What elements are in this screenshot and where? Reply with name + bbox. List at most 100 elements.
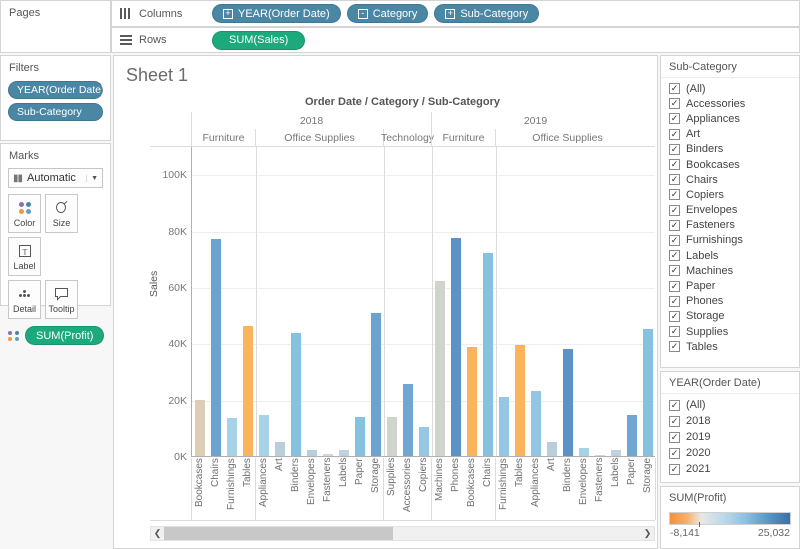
checkbox-checked-icon[interactable]: ✓ bbox=[669, 464, 680, 475]
category-header-cell[interactable]: Furniture bbox=[431, 129, 495, 146]
year-header-cell[interactable]: 2018 bbox=[191, 112, 431, 129]
checkbox-checked-icon[interactable]: ✓ bbox=[669, 220, 680, 231]
checkbox-checked-icon[interactable]: ✓ bbox=[669, 205, 680, 216]
bar-mark[interactable] bbox=[227, 418, 237, 456]
scroll-thumb[interactable] bbox=[164, 527, 393, 540]
bar-mark[interactable] bbox=[355, 417, 365, 456]
legend-item[interactable]: ✓2020 bbox=[669, 445, 791, 461]
marks-label-button[interactable]: T Label bbox=[8, 237, 41, 276]
legend-item[interactable]: ✓Labels bbox=[669, 248, 791, 263]
marks-color-button[interactable]: Color bbox=[8, 194, 41, 233]
bar-mark[interactable] bbox=[195, 400, 205, 456]
marks-size-button[interactable]: Size bbox=[45, 194, 78, 233]
bar-mark[interactable] bbox=[611, 450, 621, 456]
legend-item[interactable]: ✓Tables bbox=[669, 339, 791, 354]
bar-mark[interactable] bbox=[451, 238, 461, 456]
checkbox-checked-icon[interactable]: ✓ bbox=[669, 311, 680, 322]
legend-item[interactable]: ✓Copiers bbox=[669, 187, 791, 202]
bar-mark[interactable] bbox=[515, 345, 525, 456]
chevron-down-icon[interactable]: ▼ bbox=[86, 175, 98, 182]
legend-item[interactable]: ✓Furnishings bbox=[669, 233, 791, 248]
bar-mark[interactable] bbox=[275, 442, 285, 456]
checkbox-checked-icon[interactable]: ✓ bbox=[669, 432, 680, 443]
bar-mark[interactable] bbox=[339, 450, 349, 456]
bar-mark[interactable] bbox=[563, 349, 573, 456]
legend-item[interactable]: ✓Binders bbox=[669, 142, 791, 157]
legend-item[interactable]: ✓Machines bbox=[669, 263, 791, 278]
checkbox-checked-icon[interactable]: ✓ bbox=[669, 159, 680, 170]
pill-category[interactable]: - Category bbox=[347, 4, 429, 23]
category-header-cell[interactable]: Office Supplies bbox=[495, 129, 639, 146]
legend-item[interactable]: ✓Art bbox=[669, 127, 791, 142]
rows-shelf[interactable]: Rows SUM(Sales) bbox=[111, 27, 800, 53]
checkbox-checked-icon[interactable]: ✓ bbox=[669, 189, 680, 200]
pill-sum-sales[interactable]: SUM(Sales) bbox=[212, 31, 305, 50]
legend-item[interactable]: ✓Fasteners bbox=[669, 218, 791, 233]
bar-mark[interactable] bbox=[531, 391, 541, 456]
legend-item[interactable]: ✓Envelopes bbox=[669, 203, 791, 218]
scroll-right-arrow-icon[interactable]: ❯ bbox=[641, 527, 654, 540]
checkbox-checked-icon[interactable]: ✓ bbox=[669, 144, 680, 155]
pill-year-order-date[interactable]: + YEAR(Order Date) bbox=[212, 4, 341, 23]
legend-item[interactable]: ✓2018 bbox=[669, 413, 791, 429]
checkbox-checked-icon[interactable]: ✓ bbox=[669, 296, 680, 307]
bar-mark[interactable] bbox=[403, 384, 413, 456]
pill-sub-category[interactable]: + Sub-Category bbox=[434, 4, 539, 23]
bar-mark[interactable] bbox=[243, 326, 253, 456]
legend-item[interactable]: ✓Bookcases bbox=[669, 157, 791, 172]
checkbox-checked-icon[interactable]: ✓ bbox=[669, 265, 680, 276]
bar-mark[interactable] bbox=[259, 415, 269, 456]
collapse-minus-icon[interactable]: - bbox=[358, 9, 368, 19]
marks-type-dropdown[interactable]: ▮▮ Automatic ▼ bbox=[8, 168, 103, 188]
bar-mark[interactable] bbox=[643, 329, 653, 456]
category-header-cell[interactable]: Office Supplies bbox=[255, 129, 383, 146]
category-header-cell[interactable]: Furniture bbox=[191, 129, 255, 146]
checkbox-checked-icon[interactable]: ✓ bbox=[669, 113, 680, 124]
legend-item[interactable]: ✓2021 bbox=[669, 461, 791, 477]
checkbox-checked-icon[interactable]: ✓ bbox=[669, 448, 680, 459]
checkbox-checked-icon[interactable]: ✓ bbox=[669, 83, 680, 94]
checkbox-checked-icon[interactable]: ✓ bbox=[669, 174, 680, 185]
checkbox-checked-icon[interactable]: ✓ bbox=[669, 98, 680, 109]
checkbox-checked-icon[interactable]: ✓ bbox=[669, 400, 680, 411]
bar-mark[interactable] bbox=[547, 442, 557, 456]
marks-tooltip-button[interactable]: Tooltip bbox=[45, 280, 78, 319]
bar-mark[interactable] bbox=[291, 333, 301, 456]
filter-pill-sub-category[interactable]: Sub-Category bbox=[8, 103, 103, 121]
legend-item[interactable]: ✓Phones bbox=[669, 294, 791, 309]
checkbox-checked-icon[interactable]: ✓ bbox=[669, 281, 680, 292]
bar-mark[interactable] bbox=[435, 281, 445, 456]
bar-mark[interactable] bbox=[483, 253, 493, 456]
year-header-cell[interactable]: 2019 bbox=[431, 112, 639, 129]
bar-mark[interactable] bbox=[371, 313, 381, 456]
checkbox-checked-icon[interactable]: ✓ bbox=[669, 129, 680, 140]
expand-plus-icon[interactable]: + bbox=[223, 9, 233, 19]
legend-item[interactable]: ✓Accessories bbox=[669, 96, 791, 111]
expand-plus-icon[interactable]: + bbox=[445, 9, 455, 19]
bar-mark[interactable] bbox=[211, 239, 221, 456]
horizontal-scrollbar[interactable]: ❮ ❯ bbox=[150, 526, 655, 541]
bar-mark[interactable] bbox=[307, 450, 317, 456]
legend-item[interactable]: ✓(All) bbox=[669, 81, 791, 96]
legend-item[interactable]: ✓Chairs bbox=[669, 172, 791, 187]
bar-mark[interactable] bbox=[579, 448, 589, 456]
marks-detail-button[interactable]: Detail bbox=[8, 280, 41, 319]
legend-item[interactable]: ✓2019 bbox=[669, 429, 791, 445]
filter-pill-year-order-date[interactable]: YEAR(Order Date) bbox=[8, 81, 103, 99]
scroll-left-arrow-icon[interactable]: ❮ bbox=[151, 527, 164, 540]
legend-item[interactable]: ✓Appliances bbox=[669, 111, 791, 126]
pill-sum-profit[interactable]: SUM(Profit) bbox=[25, 326, 104, 345]
legend-item[interactable]: ✓(All) bbox=[669, 397, 791, 413]
bar-mark[interactable] bbox=[387, 417, 397, 456]
checkbox-checked-icon[interactable]: ✓ bbox=[669, 250, 680, 261]
bar-mark[interactable] bbox=[467, 347, 477, 456]
checkbox-checked-icon[interactable]: ✓ bbox=[669, 341, 680, 352]
checkbox-checked-icon[interactable]: ✓ bbox=[669, 326, 680, 337]
bar-mark[interactable] bbox=[419, 427, 429, 456]
legend-item[interactable]: ✓Storage bbox=[669, 309, 791, 324]
checkbox-checked-icon[interactable]: ✓ bbox=[669, 416, 680, 427]
bar-mark[interactable] bbox=[627, 415, 637, 456]
scroll-track[interactable] bbox=[164, 527, 641, 540]
bar-mark[interactable] bbox=[323, 454, 333, 456]
columns-shelf[interactable]: Columns + YEAR(Order Date) - Category + … bbox=[111, 0, 800, 27]
